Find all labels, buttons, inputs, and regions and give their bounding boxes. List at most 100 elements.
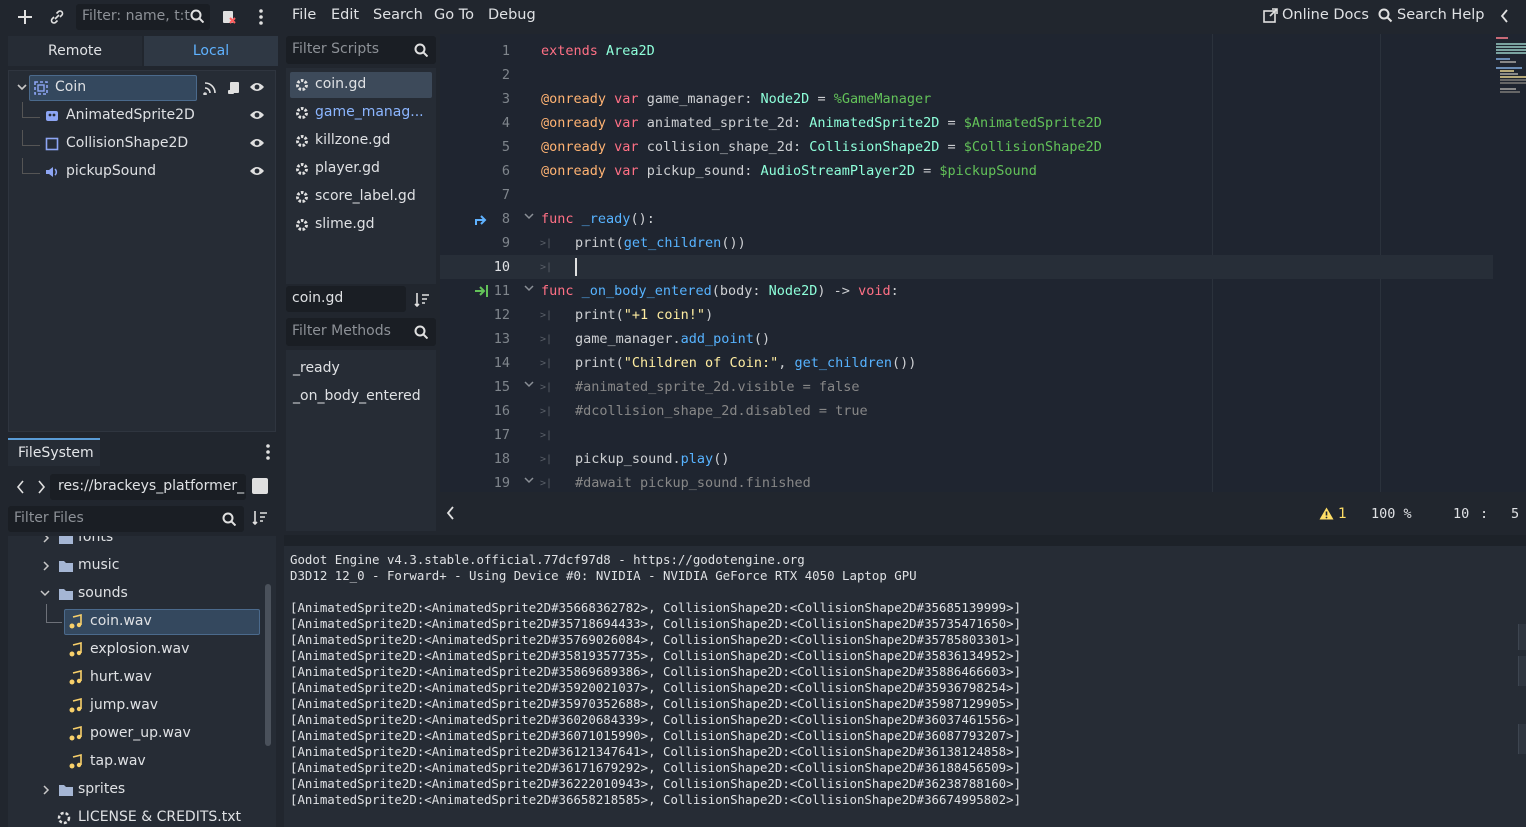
token: AudioStreamPlayer2D — [760, 163, 915, 179]
filter-scripts-input[interactable]: Filter Scripts — [286, 36, 436, 64]
warning-count[interactable]: 1 — [1338, 506, 1347, 522]
scrollbar[interactable] — [265, 584, 271, 746]
script-item-killzone[interactable]: killzone.gd — [290, 128, 432, 154]
scene-remote-local-tabs: Remote Local — [8, 36, 278, 66]
line-number: 11 — [493, 283, 510, 299]
file-tap-wav[interactable]: tap.wav — [8, 748, 258, 776]
more-options-icon[interactable] — [266, 444, 270, 460]
tree-item-coin[interactable]: Coin — [9, 74, 275, 102]
code-line: 15 >| #animated_sprite_2d.visible = fals… — [440, 375, 1493, 399]
script-item-coin[interactable]: coin.gd — [290, 72, 432, 98]
fold-arrow-icon[interactable] — [524, 381, 534, 389]
script-item-player[interactable]: player.gd — [290, 156, 432, 182]
fold-arrow-icon[interactable] — [524, 285, 534, 293]
file-coin-wav[interactable]: coin.wav — [8, 608, 260, 636]
token: _ready — [581, 211, 631, 227]
output-line: [AnimatedSprite2D:<AnimatedSprite2D#3592… — [290, 680, 1022, 695]
token: ( — [615, 307, 624, 323]
menu-edit[interactable]: Edit — [331, 7, 359, 23]
chevron-down-icon[interactable] — [17, 84, 27, 92]
token: ) -> — [817, 283, 850, 299]
more-options-icon[interactable] — [248, 4, 274, 30]
folder-sprites[interactable]: sprites — [8, 776, 258, 804]
tab-remote[interactable]: Remote — [8, 36, 142, 66]
tab-local[interactable]: Local — [144, 36, 278, 66]
menu-debug[interactable]: Debug — [488, 7, 536, 23]
visibility-eye-icon[interactable] — [249, 109, 265, 121]
file-label: hurt.wav — [90, 669, 152, 685]
script-item-score-label[interactable]: score_label.gd — [290, 184, 432, 210]
file-license-txt[interactable]: LICENSE & CREDITS.txt — [8, 804, 258, 827]
code-line: 7 — [440, 183, 1493, 207]
output-side-button[interactable] — [1518, 724, 1526, 754]
zoom-level[interactable]: 100 % — [1371, 506, 1412, 522]
back-arrow-icon[interactable] — [16, 480, 26, 494]
file-hurt-wav[interactable]: hurt.wav — [8, 664, 258, 692]
script-icon[interactable] — [227, 81, 241, 95]
filter-methods-input[interactable]: Filter Methods — [286, 318, 436, 346]
fold-arrow-icon[interactable] — [524, 213, 534, 221]
audio-player-icon — [44, 164, 60, 180]
split-mode-icon[interactable] — [252, 478, 268, 494]
token: _on_body_entered — [581, 283, 712, 299]
online-docs-button[interactable]: Online Docs — [1282, 7, 1369, 23]
forward-arrow-icon[interactable] — [36, 480, 46, 494]
chevron-right-icon[interactable] — [42, 785, 50, 795]
menu-search[interactable]: Search — [373, 7, 423, 23]
file-jump-wav[interactable]: jump.wav — [8, 692, 258, 720]
script-item-game-manager[interactable]: game_manag... — [290, 100, 432, 126]
tree-item-collision-shape[interactable]: CollisionShape2D — [9, 130, 275, 158]
token: = — [947, 115, 956, 131]
code-line: 9 >| print(get_children()) — [440, 231, 1493, 255]
attach-script-icon[interactable] — [216, 4, 242, 30]
output-panel[interactable]: Godot Engine v4.3.stable.official.77dcf9… — [284, 546, 1526, 827]
filter-files-input[interactable]: Filter Files — [8, 506, 244, 532]
visibility-eye-icon[interactable] — [249, 137, 265, 149]
gear-icon — [295, 190, 309, 204]
code-editor[interactable]: 1 extends Area2D 2 3 @onready var game_m… — [440, 34, 1526, 492]
menu-goto[interactable]: Go To — [434, 7, 474, 23]
chevron-right-icon[interactable] — [42, 561, 50, 571]
method-item-ready[interactable]: _ready — [293, 360, 340, 376]
token: #dcollision_shape_2d.disabled = true — [575, 403, 868, 419]
script-label: game_manag... — [315, 104, 424, 120]
line-number: 3 — [501, 91, 510, 107]
collapse-left-icon[interactable] — [1500, 9, 1510, 23]
path-field[interactable]: res://brackeys_platformer_ — [50, 474, 246, 500]
link-icon[interactable] — [44, 4, 70, 30]
chevron-right-icon[interactable] — [42, 536, 50, 543]
sort-icon[interactable] — [252, 510, 268, 526]
tree-item-animated-sprite[interactable]: AnimatedSprite2D — [9, 102, 275, 130]
toggle-scripts-panel-icon[interactable] — [446, 506, 456, 520]
sort-icon[interactable] — [414, 292, 430, 308]
tree-line — [22, 117, 40, 118]
visibility-eye-icon[interactable] — [249, 81, 265, 93]
script-item-slime[interactable]: slime.gd — [290, 212, 432, 238]
tab-filesystem[interactable]: FileSystem — [8, 438, 100, 466]
fold-arrow-icon[interactable] — [524, 477, 534, 485]
folder-music[interactable]: music — [8, 552, 258, 580]
file-explosion-wav[interactable]: explosion.wav — [8, 636, 258, 664]
menu-file[interactable]: File — [292, 7, 316, 23]
code-line: 19 >| #dawait pickup_sound.finished — [440, 471, 1493, 492]
method-item-on-body-entered[interactable]: _on_body_entered — [293, 388, 421, 404]
token: var — [614, 91, 639, 107]
add-node-icon[interactable] — [12, 4, 38, 30]
file-power-up-wav[interactable]: power_up.wav — [8, 720, 258, 748]
gear-icon — [295, 134, 309, 148]
folder-fonts[interactable]: fonts — [8, 536, 258, 552]
chevron-down-icon[interactable] — [40, 590, 50, 598]
output-side-button[interactable] — [1518, 656, 1526, 686]
tree-item-pickup-sound[interactable]: pickupSound — [9, 158, 275, 186]
output-side-button[interactable] — [1518, 624, 1526, 650]
gear-icon — [295, 106, 309, 120]
warning-icon[interactable] — [1319, 507, 1334, 520]
current-script-field[interactable]: coin.gd — [286, 286, 406, 312]
scene-filter-input[interactable]: Filter: name, t:t — [76, 4, 210, 30]
minimap[interactable] — [1494, 34, 1526, 492]
visibility-eye-icon[interactable] — [249, 165, 265, 177]
signal-icon[interactable] — [203, 81, 217, 95]
script-label: killzone.gd — [315, 132, 391, 148]
cursor-column: 5 — [1511, 506, 1520, 522]
search-help-button[interactable]: Search Help — [1397, 7, 1484, 23]
